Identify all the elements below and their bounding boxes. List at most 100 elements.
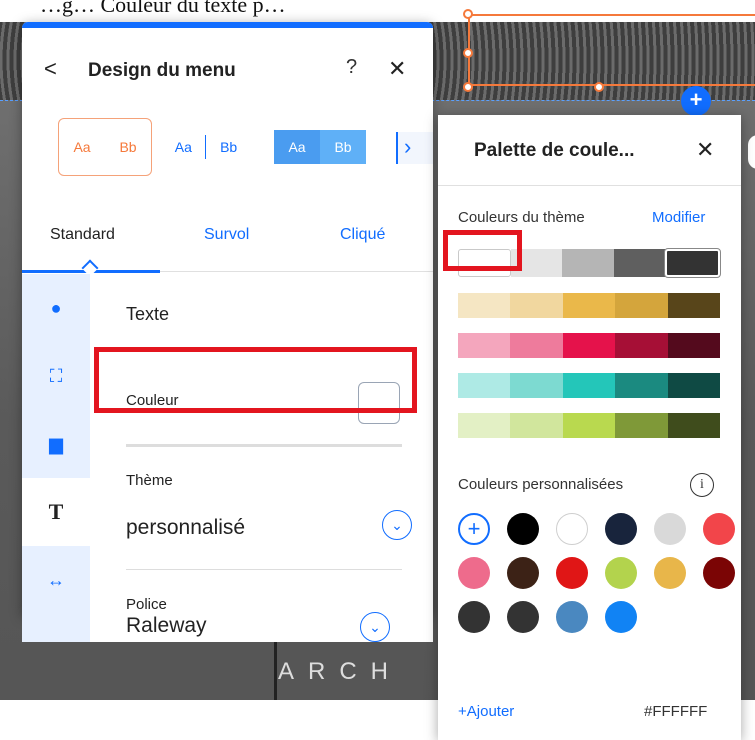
custom-color-swatch[interactable]	[703, 513, 735, 545]
tab-clique[interactable]: Cliqué	[340, 226, 385, 244]
preset-sample-b: Bb	[220, 139, 238, 155]
add-color-link[interactable]: +Ajouter	[458, 703, 514, 720]
rail-bottom	[22, 612, 90, 642]
panel-bottom: Raleway ⌄	[90, 612, 433, 642]
theme-value: personnalisé	[126, 516, 246, 539]
section-title: Texte	[126, 304, 170, 324]
theme-color-row	[458, 413, 721, 438]
text-icon[interactable]: T	[22, 478, 90, 546]
custom-color-swatch[interactable]	[556, 557, 588, 589]
custom-color-swatch[interactable]	[507, 601, 539, 633]
theme-color-swatch[interactable]	[510, 373, 563, 398]
custom-color-swatch[interactable]	[458, 557, 490, 589]
shadow-icon[interactable]: ▆	[22, 410, 90, 478]
theme-color-swatch[interactable]	[667, 293, 721, 318]
panel-title: Design du menu	[88, 60, 236, 81]
menu-design-panel: < Design du menu ? ✕ Aa Bb Aa Bb Aa Bb ›…	[22, 22, 433, 615]
theme-color-row	[458, 293, 721, 318]
theme-color-swatch[interactable]	[458, 293, 511, 318]
custom-color-swatch[interactable]	[605, 557, 637, 589]
drop-icon[interactable]: ●	[22, 274, 90, 342]
color-palette-panel: Palette de coule... ✕ Couleurs du thème …	[438, 115, 741, 740]
preset-sample-a: Aa	[288, 139, 306, 155]
chevron-left-icon[interactable]: <	[44, 56, 57, 82]
theme-color-swatch[interactable]	[562, 293, 616, 318]
floating-toolbar-chip[interactable]	[748, 135, 755, 169]
preset-sample-a: Aa	[73, 139, 91, 155]
corners-icon[interactable]: ⛶	[22, 342, 90, 410]
theme-label: Thème	[126, 472, 173, 489]
theme-color-swatch[interactable]	[615, 373, 668, 398]
preset-sample-a: Aa	[174, 139, 192, 155]
custom-color-swatch[interactable]	[654, 513, 686, 545]
text-settings: Texte Couleur Thème personnalisé ⌄ Polic…	[90, 274, 433, 615]
theme-color-swatch[interactable]	[615, 413, 668, 438]
theme-color-swatch[interactable]	[663, 248, 722, 278]
theme-dropdown-button[interactable]: ⌄	[382, 510, 412, 540]
spacing-icon[interactable]: ↔	[22, 546, 90, 614]
tab-standard[interactable]: Standard	[50, 226, 115, 244]
info-icon[interactable]: i	[690, 473, 714, 497]
tab-survol[interactable]: Survol	[204, 226, 249, 244]
custom-colors-label: Couleurs personnalisées	[458, 476, 624, 493]
theme-color-swatch[interactable]	[458, 413, 511, 438]
highlight-white-swatch	[443, 230, 522, 271]
theme-color-swatch[interactable]	[562, 333, 616, 358]
selected-element-label: Menu horizontal	[478, 0, 570, 10]
resize-handle[interactable]	[463, 82, 473, 92]
custom-color-swatch[interactable]	[654, 557, 686, 589]
help-button[interactable]: ?	[346, 56, 357, 79]
add-section-button[interactable]: +	[681, 86, 711, 116]
theme-color-row	[458, 373, 721, 398]
design-preset-2[interactable]: Aa Bb	[168, 118, 244, 176]
resize-handle[interactable]	[594, 82, 604, 92]
close-icon[interactable]: ✕	[388, 56, 406, 82]
preset-separator	[205, 135, 207, 159]
theme-color-swatch[interactable]	[458, 373, 511, 398]
preset-sample-b: Bb	[320, 130, 366, 164]
font-dropdown-chevron[interactable]: ⌄	[360, 612, 390, 642]
modify-theme-link[interactable]: Modifier	[652, 209, 705, 226]
selected-hex-value: #FFFFFF	[644, 703, 708, 720]
resize-handle[interactable]	[463, 48, 473, 58]
top-caption: …g… Couleur du texte p…	[40, 0, 286, 17]
custom-color-swatch[interactable]	[605, 601, 637, 633]
custom-color-swatch[interactable]	[605, 513, 637, 545]
theme-color-swatch[interactable]	[510, 413, 563, 438]
theme-color-swatch[interactable]	[562, 413, 616, 438]
custom-color-swatch[interactable]	[703, 557, 735, 589]
custom-color-swatch[interactable]	[556, 513, 588, 545]
theme-color-swatch[interactable]	[510, 293, 563, 318]
custom-color-swatch[interactable]	[556, 601, 588, 633]
theme-colors-label: Couleurs du thème	[458, 209, 585, 226]
theme-color-swatch[interactable]	[562, 373, 616, 398]
theme-color-swatch[interactable]	[613, 249, 665, 277]
add-color-icon[interactable]: +	[458, 513, 490, 545]
preset-sample-b: Bb	[119, 139, 137, 155]
header-divider	[438, 185, 741, 186]
resize-handle[interactable]	[463, 9, 473, 19]
theme-color-swatch[interactable]	[562, 249, 614, 277]
theme-color-swatch[interactable]	[615, 293, 668, 318]
site-heading-text: ARCH	[278, 658, 403, 685]
theme-color-swatch[interactable]	[458, 333, 511, 358]
custom-color-swatch[interactable]	[458, 601, 490, 633]
font-label: Police	[126, 596, 167, 613]
close-icon[interactable]: ✕	[696, 137, 714, 163]
theme-color-swatch[interactable]	[667, 373, 721, 398]
design-preset-1[interactable]: Aa Bb	[58, 118, 152, 176]
theme-color-swatch[interactable]	[667, 333, 721, 358]
divider	[126, 569, 402, 570]
presets-next-button[interactable]: ›	[396, 132, 433, 164]
theme-color-swatch[interactable]	[510, 333, 563, 358]
divider	[126, 444, 402, 447]
state-tabs: Standard Survol Cliqué	[22, 212, 433, 272]
custom-color-swatch[interactable]	[507, 557, 539, 589]
theme-color-swatch[interactable]	[615, 333, 668, 358]
font-value-text: Raleway	[126, 614, 207, 637]
theme-color-swatch[interactable]	[667, 413, 721, 438]
selected-element-outline[interactable]	[468, 14, 755, 86]
custom-color-swatch[interactable]	[507, 513, 539, 545]
design-category-rail: ● ⛶ ▆ T ↔	[22, 274, 90, 615]
design-preset-3[interactable]: Aa Bb	[274, 130, 366, 164]
